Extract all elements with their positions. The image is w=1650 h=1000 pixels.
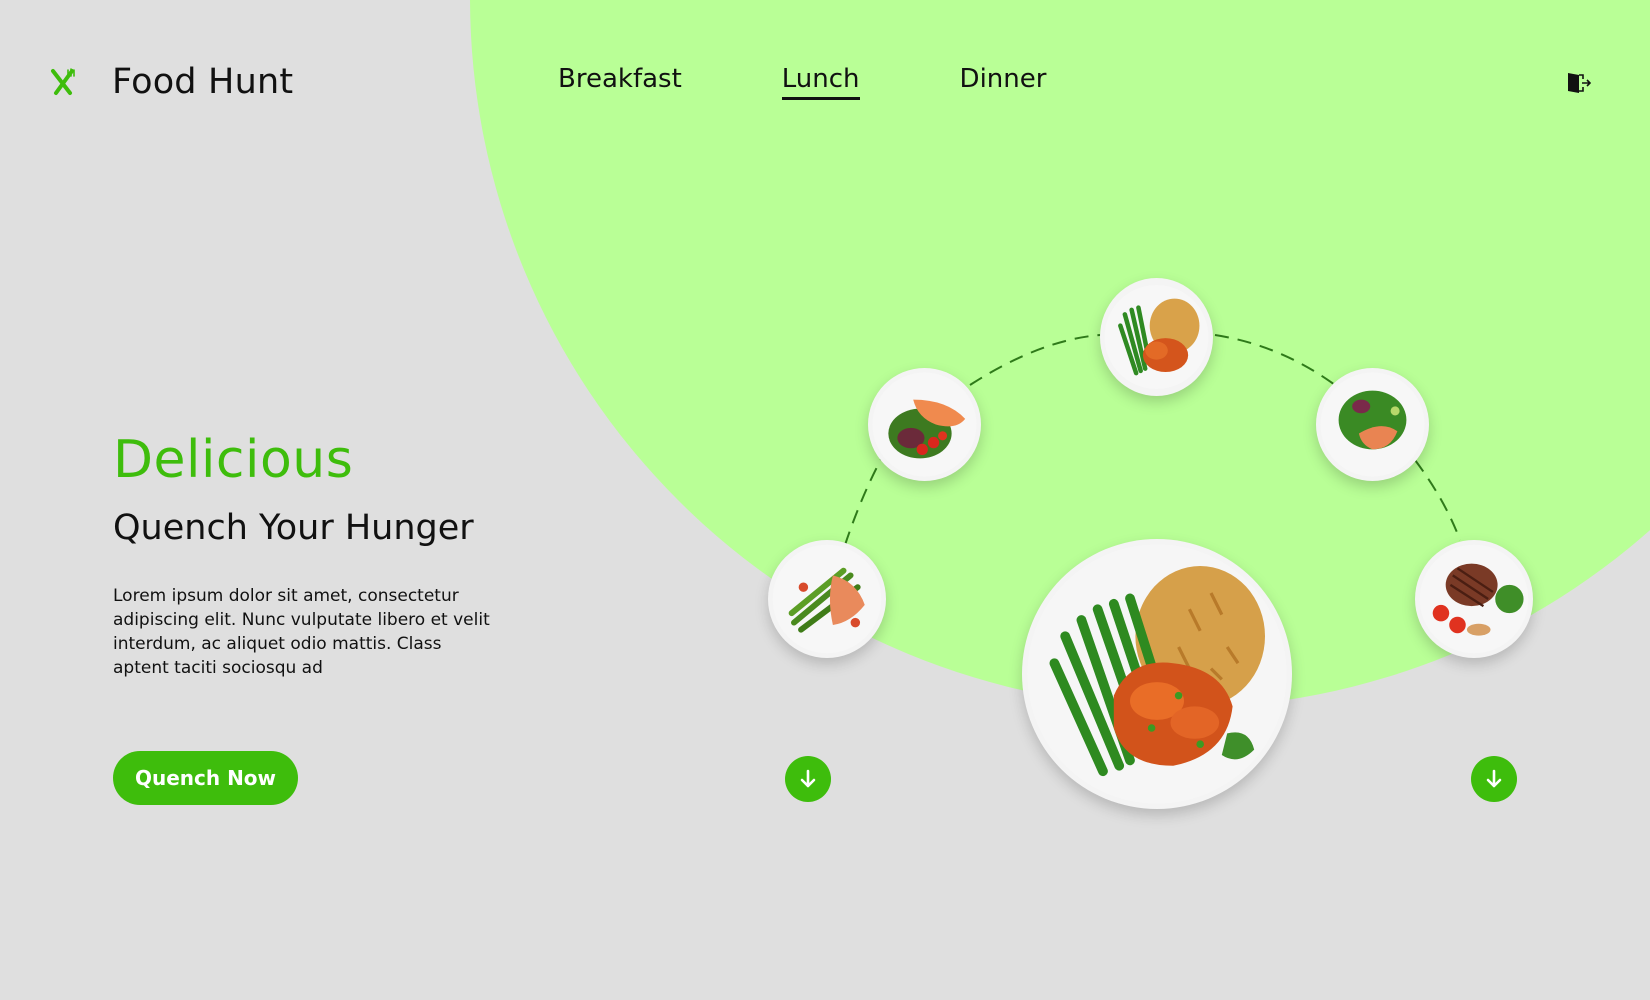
steak-broccoli-image <box>1419 544 1529 654</box>
salmon-salad-image <box>872 372 977 477</box>
carousel-next-button[interactable] <box>1471 756 1517 802</box>
dish-asparagus-salmon[interactable] <box>768 540 886 658</box>
page: Food Hunt Breakfast Lunch Dinner Delicio… <box>0 0 1650 1000</box>
quench-now-button[interactable]: Quench Now <box>113 751 298 805</box>
hero-title: Delicious <box>113 430 354 490</box>
dish-steak-broccoli[interactable] <box>1415 540 1533 658</box>
salmon-greens-image <box>1320 372 1425 477</box>
arrow-down-icon <box>1486 769 1502 788</box>
arrow-down-icon <box>800 769 816 788</box>
carousel-prev-button[interactable] <box>785 756 831 802</box>
dish-salmon-greens[interactable] <box>1316 368 1429 481</box>
hero-description: Lorem ipsum dolor sit amet, consectetur … <box>113 586 490 678</box>
fork-knife-icon <box>51 68 75 95</box>
nav-item-lunch[interactable]: Lunch <box>781 64 860 100</box>
nav-item-dinner[interactable]: Dinner <box>960 64 1047 100</box>
asparagus-salmon-image <box>772 544 882 654</box>
dish-salmon-salad[interactable] <box>868 368 981 481</box>
logout-icon[interactable] <box>1565 70 1591 96</box>
chicken-rice-beans-large-image <box>1027 544 1287 804</box>
hero-section: Delicious Quench Your Hunger Lorem ipsum… <box>113 430 513 680</box>
brand[interactable]: Food Hunt <box>48 62 293 102</box>
brand-name: Food Hunt <box>112 62 294 102</box>
nav-item-breakfast[interactable]: Breakfast <box>558 64 682 100</box>
hero-subtitle: Quench Your Hunger <box>113 508 474 548</box>
dish-chicken-rice-small[interactable] <box>1100 278 1213 396</box>
main-nav: Breakfast Lunch Dinner <box>558 64 1146 100</box>
chicken-rice-beans-small-image <box>1104 285 1209 389</box>
featured-dish[interactable] <box>1022 539 1292 809</box>
